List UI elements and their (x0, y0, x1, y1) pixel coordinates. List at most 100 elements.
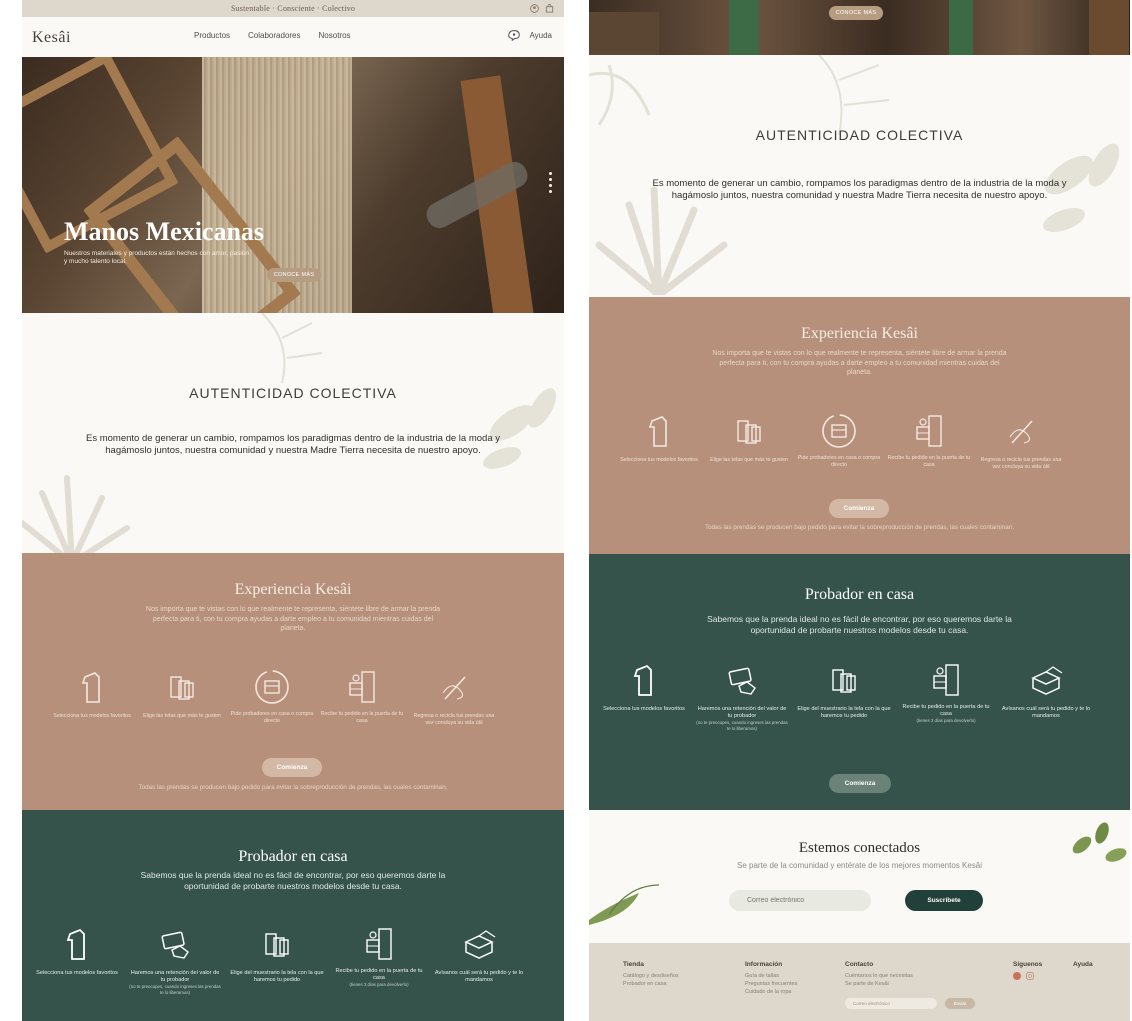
package-door-icon (916, 415, 942, 447)
footer-column-contacto: Contacto Cuéntanos lo que necesitas Se p… (845, 961, 913, 988)
fitting-text: Sabemos que la prenda ideal no es fácil … (140, 870, 446, 891)
fabric-swatch-icon (170, 676, 194, 700)
fabric-swatch-icon (737, 420, 761, 444)
package-door-icon (349, 671, 375, 703)
experience-section: Experiencia Kesâi Nos importa que te vis… (22, 553, 564, 810)
hero-cta-button[interactable]: CONOCE MÁS (267, 268, 321, 282)
tagline: Sustentable · Consciente · Colectivo (230, 4, 356, 13)
instagram-icon[interactable] (1026, 972, 1034, 980)
experience-title: Experiencia Kesâi (234, 581, 352, 598)
brand-logo[interactable]: Kesâi (32, 29, 71, 47)
branch-illustration (818, 55, 890, 135)
facebook-icon[interactable] (1013, 972, 1021, 980)
leaf-illustration (589, 884, 660, 925)
fitting-title: Probador en casa (804, 586, 915, 603)
help-link[interactable]: Ayuda (529, 31, 552, 40)
newsletter-section: Estemos conectados Se parte de la comuni… (589, 810, 1130, 943)
authenticity-title: AUTENTICIDAD COLECTIVA (755, 127, 964, 143)
nav-item-productos[interactable]: Productos (194, 31, 230, 40)
needle-thread-icon (1009, 420, 1033, 444)
agave-illustration (22, 475, 130, 553)
hero-title: Manos Mexicanas (64, 217, 265, 246)
experience-step: Elige las telas que más te gusten (138, 671, 226, 720)
authenticity-text: Es momento de generar un cambio, rompamo… (652, 178, 1067, 201)
hero-banner: Manos Mexicanas Nuestros materiales y pr… (22, 57, 564, 313)
nav-item-colaboradores[interactable]: Colaboradores (248, 31, 300, 40)
experience-note: Todas las prendas se producen bajo pedid… (138, 784, 448, 791)
number-one-icon (81, 672, 100, 703)
page-right-view: CONOCE MÁS AUTENTICIDAD COLECTIVA Es mom… (589, 0, 1130, 1021)
experience-step: Elige las telas que más te gusten (705, 415, 793, 464)
footer-link[interactable]: Cuidado de la ropa (745, 988, 797, 996)
help-icon[interactable] (507, 28, 521, 42)
experience-step: Regresa o recicla tus prendas una vez co… (977, 415, 1065, 470)
authenticity-section: AUTENTICIDAD COLECTIVA Es momento de gen… (589, 55, 1130, 297)
nav-item-nosotros[interactable]: Nosotros (319, 31, 351, 40)
fabric-swatch-icon (265, 933, 289, 957)
fitting-step: Recibe tu pedido en la puerta de tu casa… (899, 662, 993, 724)
home-delivery-icon (822, 414, 856, 448)
authenticity-section: AUTENTICIDAD COLECTIVA Es momento de gen… (22, 313, 564, 553)
footer-send-button[interactable]: Enviar (945, 998, 975, 1009)
user-icon[interactable] (529, 3, 539, 13)
experience-step: Regresa o recicla tus prendas una vez co… (410, 671, 498, 726)
number-one-icon (648, 416, 667, 447)
experience-step: Pide probadores en casa o compra directo (228, 667, 316, 724)
card-hand-icon (161, 931, 189, 959)
footer-link[interactable]: Preguntas frecuentes (745, 980, 797, 988)
experience-section: Experiencia Kesâi Nos importa que te vis… (589, 297, 1130, 554)
main-nav: Productos Colaboradores Nosotros (194, 31, 351, 40)
experience-title: Experiencia Kesâi (801, 325, 918, 342)
authenticity-title: AUTENTICIDAD COLECTIVA (189, 385, 397, 401)
card-hand-icon (728, 667, 756, 695)
footer-link[interactable]: Probador en casa (623, 980, 679, 988)
fitting-step: Selecciona tus modelos favoritos (30, 928, 124, 977)
fitting-step: Recibe tu pedido en la puerta de tu casa… (332, 926, 426, 988)
home-delivery-icon (255, 670, 289, 704)
fitting-step: Avísanos cuál será tu pedido y te lo man… (999, 664, 1093, 720)
experience-start-button[interactable]: Comienza (262, 758, 322, 777)
experience-text: Nos importa que te vistas con lo que rea… (712, 350, 1007, 376)
package-door-icon (366, 928, 392, 960)
fitting-step: Haremos una retención del valor de tu pr… (695, 664, 789, 731)
newsletter-email-input[interactable] (729, 890, 871, 911)
open-box-icon (1031, 666, 1063, 695)
hero-banner-bottom: CONOCE MÁS (589, 0, 1130, 55)
hero-cta-button[interactable]: CONOCE MÁS (829, 6, 883, 20)
fitting-start-button[interactable]: Comienza (829, 774, 891, 793)
footer-link[interactable]: Guía de tallas (745, 972, 797, 980)
footer-link[interactable]: Catálogo y desdiseños (623, 972, 679, 980)
announcement-bar: Sustentable · Consciente · Colectivo (22, 0, 564, 17)
experience-step: Selecciona tus modelos favoritos (615, 415, 703, 464)
newsletter-text: Se parte de la comunidad y entérate de l… (736, 861, 983, 870)
branch-illustration (261, 313, 323, 383)
site-footer: Tienda Catálogo y desdiseños Probador en… (589, 943, 1130, 1021)
cart-icon[interactable] (544, 3, 554, 13)
fitting-step: Avísanos cuál será tu pedido y te lo man… (432, 928, 526, 984)
authenticity-text: Es momento de generar un cambio, rompamo… (86, 433, 500, 456)
site-header: Kesâi Productos Colaboradores Nosotros A… (22, 17, 564, 57)
experience-text: Nos importa que te vistas con lo que rea… (145, 606, 441, 632)
carousel-dots[interactable] (549, 172, 552, 193)
fitting-step: Elige del muestrario la tela con la que … (797, 664, 891, 720)
flower-illustration (589, 64, 651, 126)
footer-column-tienda: Tienda Catálogo y desdiseños Probador en… (623, 961, 679, 988)
footer-link[interactable]: Cuéntanos lo que necesitas (845, 972, 913, 980)
number-one-icon (66, 928, 85, 960)
fitting-step: Selecciona tus modelos favoritos (597, 664, 691, 713)
experience-step: Selecciona tus modelos favoritos (48, 671, 136, 720)
footer-email-input[interactable]: Correo electrónico (845, 998, 937, 1009)
package-door-icon (933, 664, 959, 696)
page-left-view: Sustentable · Consciente · Colectivo Kes… (22, 0, 564, 1021)
footer-column-informacion: Información Guía de tallas Preguntas fre… (745, 961, 798, 996)
fitting-section: Probador en casa Sabemos que la prenda i… (589, 554, 1130, 810)
fitting-title: Probador en casa (238, 848, 348, 865)
subscribe-button[interactable]: Suscríbete (905, 890, 983, 911)
fitting-section: Probador en casa Sabemos que la prenda i… (22, 810, 564, 1021)
experience-start-button[interactable]: Comienza (829, 499, 889, 518)
experience-step: Recibe tu pedido en la puerta de tu casa (885, 413, 973, 468)
open-box-icon (464, 930, 496, 959)
number-one-icon (633, 664, 652, 696)
footer-link[interactable]: Se parte de Kesâi (845, 980, 913, 988)
footer-column-siguenos: Síguenos (1013, 961, 1042, 980)
